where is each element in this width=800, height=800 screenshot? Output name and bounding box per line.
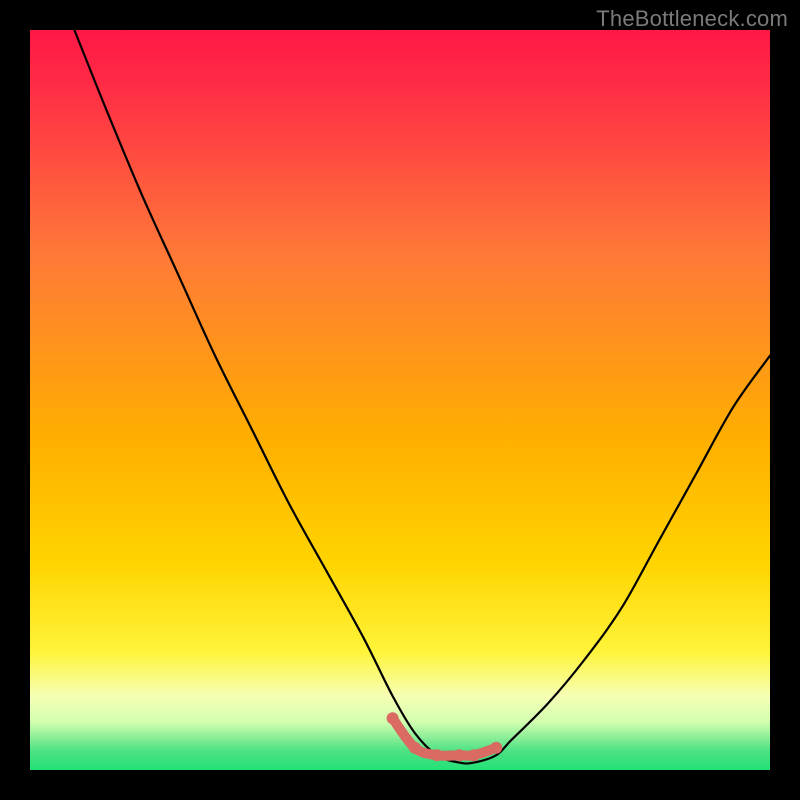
chart-frame: TheBottleneck.com	[0, 0, 800, 800]
plot-area	[30, 30, 770, 770]
optimal-range-marker	[30, 30, 770, 770]
marker-dot	[490, 742, 502, 754]
marker-dot	[409, 742, 421, 754]
watermark-text: TheBottleneck.com	[596, 6, 788, 32]
marker-dot	[468, 749, 480, 761]
marker-dot	[387, 712, 399, 724]
marker-dot	[431, 749, 443, 761]
marker-dot	[453, 749, 465, 761]
